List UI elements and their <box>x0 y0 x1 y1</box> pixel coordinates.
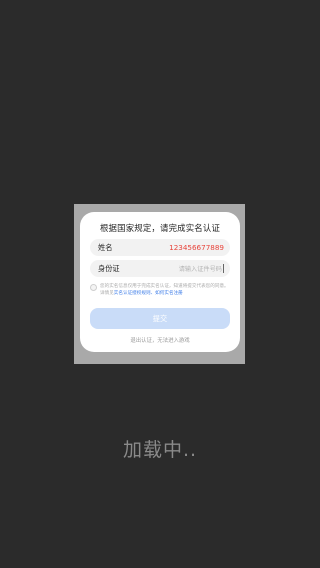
how-to-register-link[interactable]: 如何实名注册 <box>155 291 183 296</box>
id-card-input[interactable]: 请输入证件号码 <box>179 264 224 273</box>
dialog-title: 根据国家规定，请完成实名认证 <box>99 223 221 233</box>
agreement-text: 您的实名信息仅用于完成实名认证，知道将提交代表您的同意。详情见实名认证授权规则、… <box>100 283 232 297</box>
text-caret <box>223 264 224 273</box>
id-card-label: 身份证 <box>98 263 120 273</box>
auth-rules-link[interactable]: 实名认证授权规则 <box>114 291 151 296</box>
name-field[interactable]: 姓名 123456677889 <box>90 239 230 256</box>
submit-button[interactable]: 提交 <box>90 308 230 329</box>
name-value[interactable]: 123456677889 <box>169 243 224 252</box>
id-card-field[interactable]: 身份证 请输入证件号码 <box>90 260 230 277</box>
name-label: 姓名 <box>98 242 113 252</box>
loading-text: 加载中.. <box>122 439 198 461</box>
agreement-checkbox[interactable] <box>90 284 97 291</box>
id-card-placeholder: 请输入证件号码 <box>178 266 222 273</box>
agreement-row: 您的实名信息仅用于完成实名认证，知道将提交代表您的同意。详情见实名认证授权规则、… <box>90 283 232 297</box>
screen: 根据国家规定，请完成实名认证 姓名 123456677889 身份证 请输入证件… <box>0 0 320 568</box>
real-name-verification-dialog: 根据国家规定，请完成实名认证 姓名 123456677889 身份证 请输入证件… <box>80 212 240 352</box>
exit-verification-link[interactable]: 退出认证，无法进入游戏 <box>80 336 240 344</box>
